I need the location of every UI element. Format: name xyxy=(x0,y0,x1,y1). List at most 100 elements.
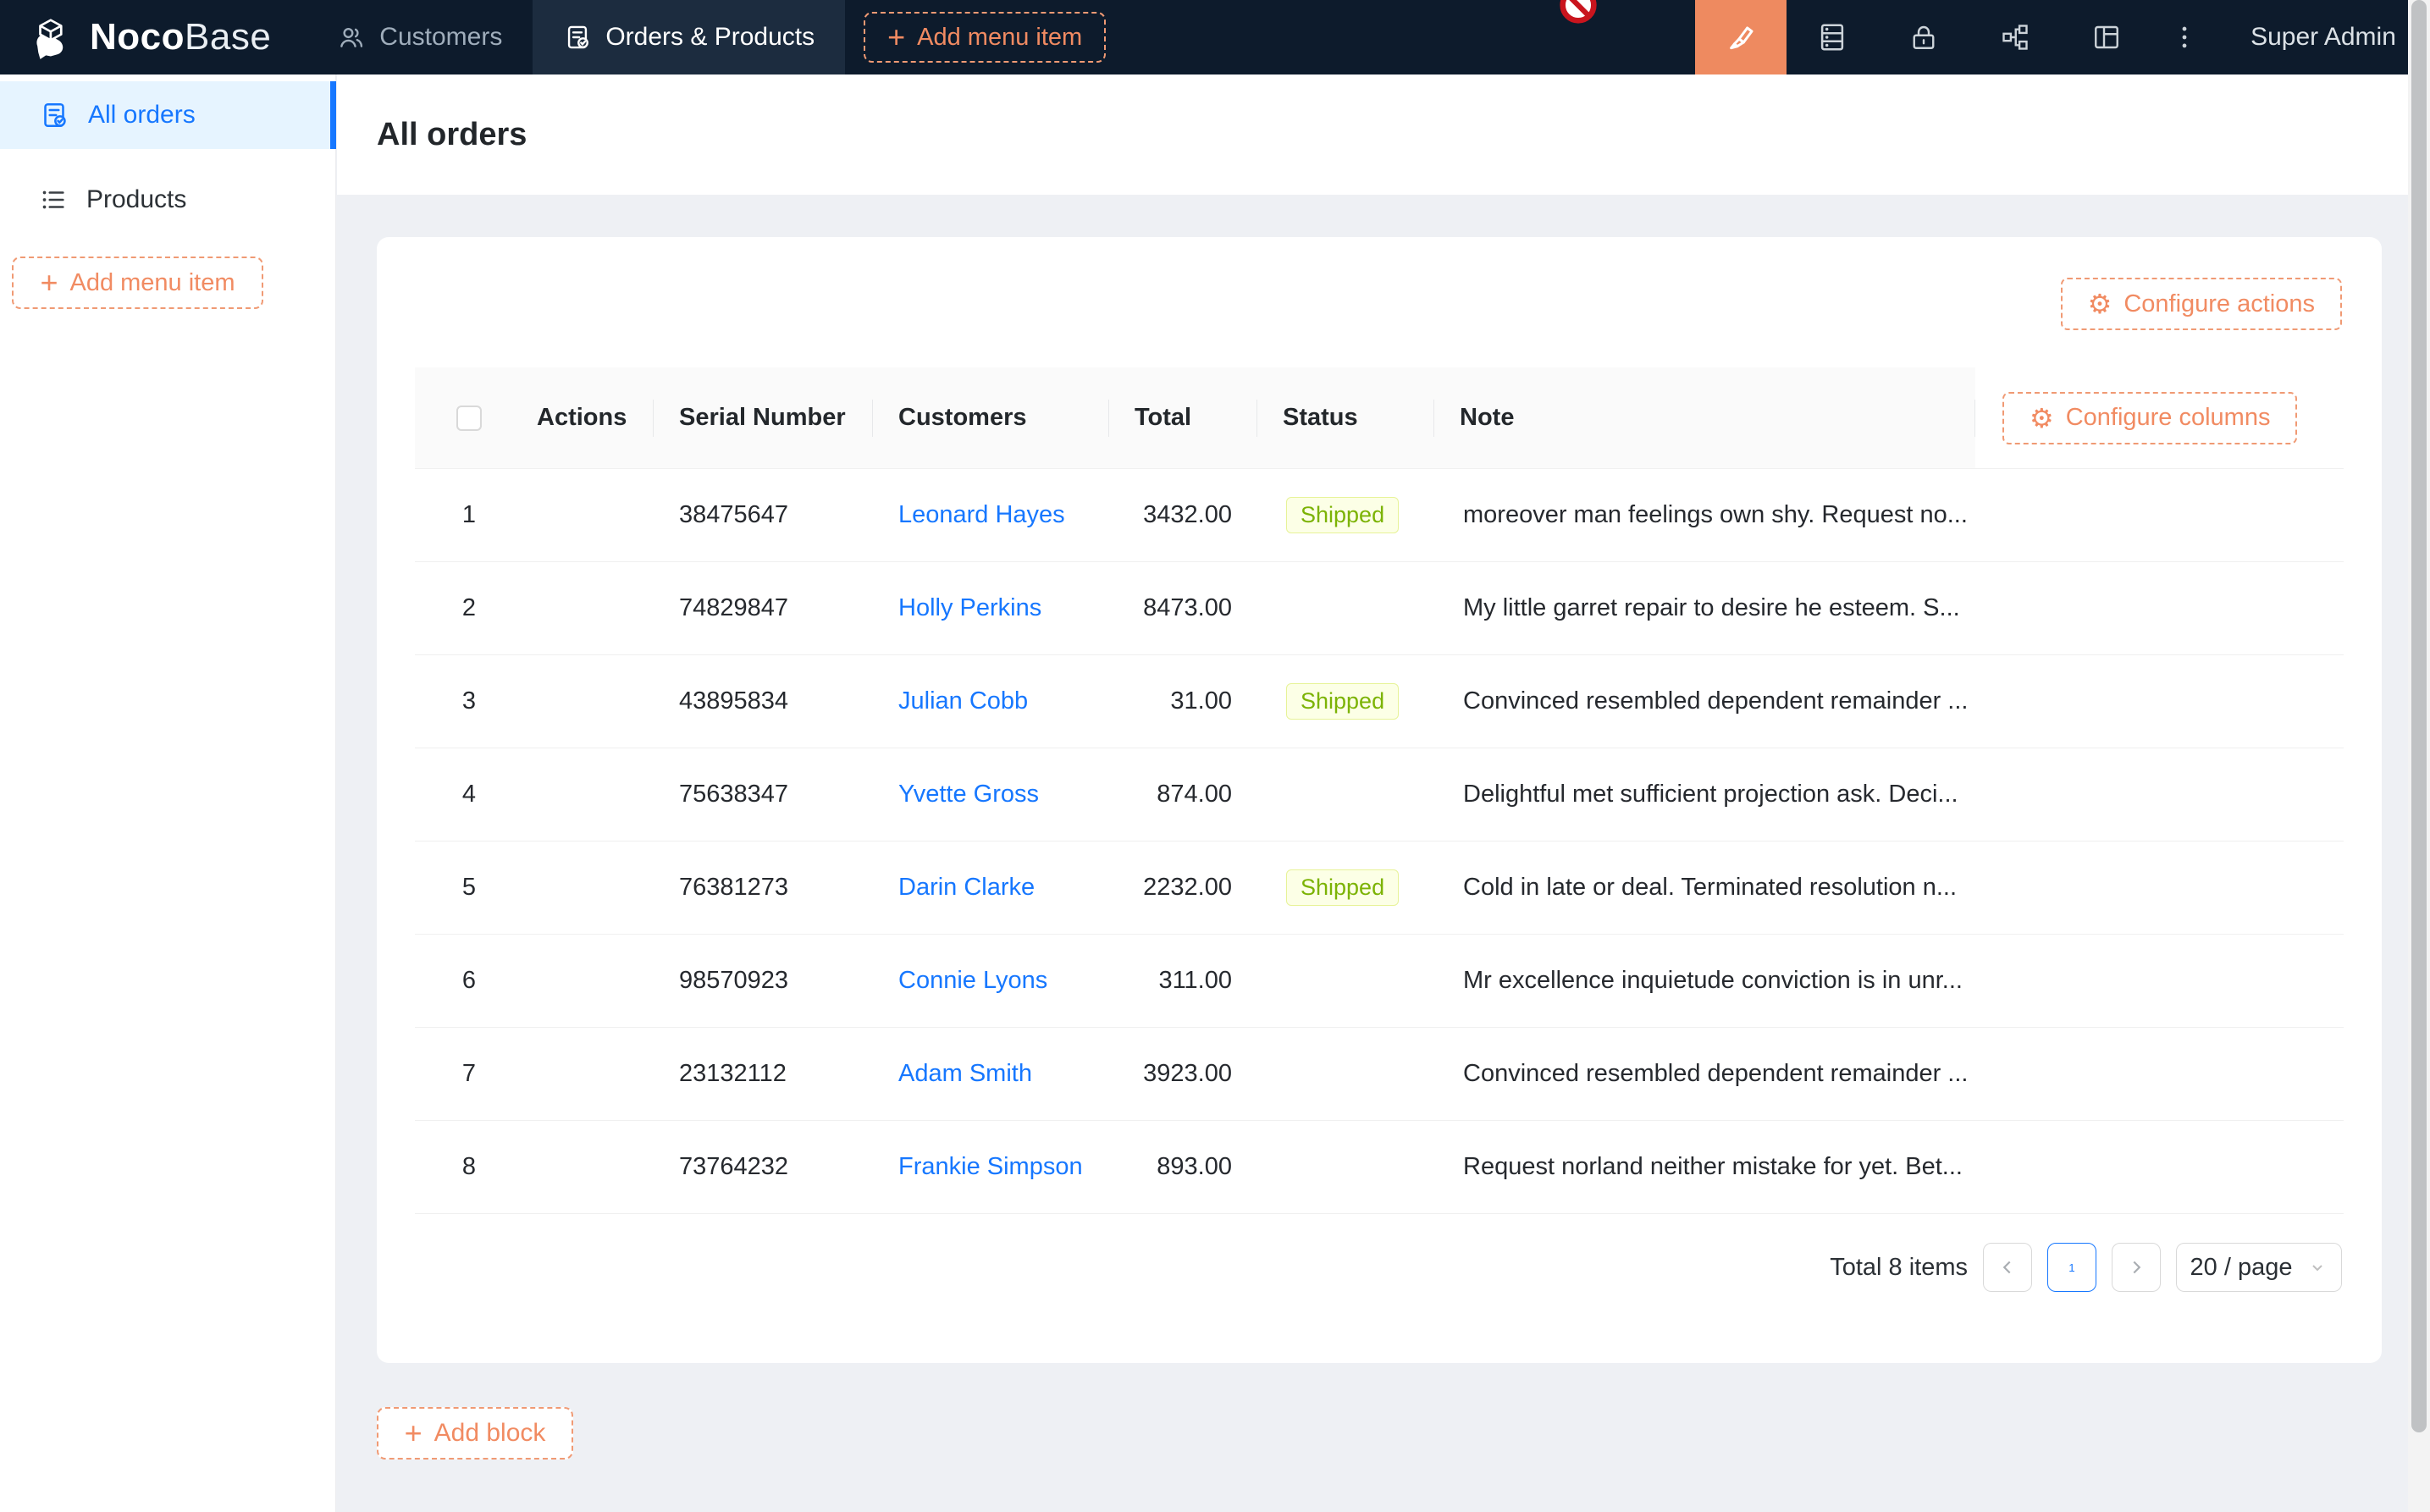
header-customers: Customers xyxy=(873,367,1109,468)
configure-columns-button[interactable]: ⚙ Configure columns xyxy=(2002,392,2297,444)
chevron-left-icon xyxy=(1996,1256,2019,1278)
gear-icon: ⚙ xyxy=(2088,290,2112,317)
note-cell: Convinced resembled dependent remainder … xyxy=(1434,1028,1975,1120)
total-cell: 3923.00 xyxy=(1109,1028,1257,1120)
customer-cell: Adam Smith xyxy=(873,1028,1109,1120)
row-index: 2 xyxy=(415,562,523,654)
row-index: 7 xyxy=(415,1028,523,1120)
customer-cell: Frankie Simpson xyxy=(873,1121,1109,1213)
topbar: NocoBase Customers Orders & Products + A… xyxy=(0,0,2430,74)
status-cell xyxy=(1257,562,1434,654)
customer-cell: Leonard Hayes xyxy=(873,469,1109,561)
configure-actions-button[interactable]: ⚙ Configure actions xyxy=(2061,278,2342,330)
row-index: 6 xyxy=(415,935,523,1027)
customer-link[interactable]: Darin Clarke xyxy=(898,874,1035,902)
sidebar-item-label: All orders xyxy=(88,101,196,130)
plus-icon: + xyxy=(405,1418,422,1449)
customer-link[interactable]: Adam Smith xyxy=(898,1060,1032,1088)
products-list-icon xyxy=(39,185,68,214)
table-row: 2 74829847 Holly Perkins 8473.00 My litt… xyxy=(415,562,2344,655)
pagination: Total 8 items 1 20 / page xyxy=(1830,1241,2342,1294)
total-cell: 874.00 xyxy=(1109,748,1257,841)
customer-cell: Julian Cobb xyxy=(873,655,1109,748)
topbar-add-menu-item-button[interactable]: + Add menu item xyxy=(864,12,1106,63)
add-block-button[interactable]: + Add block xyxy=(377,1407,573,1460)
customer-cell: Yvette Gross xyxy=(873,748,1109,841)
current-user[interactable]: Super Admin xyxy=(2217,23,2430,52)
status-badge: Shipped xyxy=(1286,497,1399,533)
status-cell xyxy=(1257,1028,1434,1120)
apartment-icon xyxy=(2000,22,2030,52)
database-icon xyxy=(1816,21,1848,53)
topbar-right-actions: Super Admin xyxy=(1695,0,2430,74)
total-cell: 311.00 xyxy=(1109,935,1257,1027)
actions-cell xyxy=(523,1028,654,1120)
pagination-prev-button[interactable] xyxy=(1983,1243,2032,1292)
plus-icon: + xyxy=(40,268,58,298)
serial-cell: 98570923 xyxy=(654,935,873,1027)
pagination-page-1[interactable]: 1 xyxy=(2047,1243,2096,1292)
select-all-checkbox[interactable] xyxy=(456,406,482,431)
total-cell: 2232.00 xyxy=(1109,842,1257,934)
ui-editor-button[interactable] xyxy=(1695,0,1787,74)
status-cell xyxy=(1257,748,1434,841)
nocobase-logo[interactable]: NocoBase xyxy=(0,14,307,60)
page-size-value: 20 / page xyxy=(2190,1254,2293,1282)
total-cell: 3432.00 xyxy=(1109,469,1257,561)
configure-actions-label: Configure actions xyxy=(2123,290,2315,318)
sidebar-add-menu-item-label: Add menu item xyxy=(69,269,235,297)
tab-customers[interactable]: Customers xyxy=(307,0,533,74)
actions-cell xyxy=(523,1121,654,1213)
chevron-down-icon xyxy=(2307,1257,2328,1277)
customer-link[interactable]: Holly Perkins xyxy=(898,594,1041,622)
serial-cell: 38475647 xyxy=(654,469,873,561)
table-row: 1 38475647 Leonard Hayes 3432.00 Shipped… xyxy=(415,469,2344,562)
status-cell: Shipped xyxy=(1257,469,1434,561)
row-index: 8 xyxy=(415,1121,523,1213)
main-content: All orders ⚙ Configure actions Actions S… xyxy=(337,74,2430,1512)
note-cell: Mr excellence inquietude conviction is i… xyxy=(1434,935,1975,1027)
sidebar-item-label: Products xyxy=(86,185,186,214)
customer-link[interactable]: Connie Lyons xyxy=(898,967,1047,995)
lock-icon xyxy=(1908,22,1939,52)
scrollbar-thumb[interactable] xyxy=(2411,0,2427,1432)
database-button[interactable] xyxy=(1787,0,1878,74)
tab-customers-label: Customers xyxy=(379,23,502,52)
document-check-icon xyxy=(563,23,592,52)
pagination-next-button[interactable] xyxy=(2112,1243,2161,1292)
tab-orders-products[interactable]: Orders & Products xyxy=(533,0,845,74)
sidebar-add-menu-item-button[interactable]: + Add menu item xyxy=(12,257,263,309)
row-index: 4 xyxy=(415,748,523,841)
layout-button[interactable] xyxy=(2061,0,2152,74)
people-icon xyxy=(337,23,366,52)
actions-cell xyxy=(523,935,654,1027)
serial-cell: 73764232 xyxy=(654,1121,873,1213)
plus-icon: + xyxy=(887,22,905,52)
customer-cell: Connie Lyons xyxy=(873,935,1109,1027)
row-index: 3 xyxy=(415,655,523,748)
actions-cell xyxy=(523,748,654,841)
customer-link[interactable]: Leonard Hayes xyxy=(898,501,1065,529)
customer-link[interactable]: Julian Cobb xyxy=(898,687,1028,715)
page-size-select[interactable]: 20 / page xyxy=(2176,1243,2342,1292)
customer-link[interactable]: Frankie Simpson xyxy=(898,1153,1083,1181)
status-cell: Shipped xyxy=(1257,842,1434,934)
orders-table: Actions Serial Number Customers Total St… xyxy=(415,367,2344,1214)
row-index: 5 xyxy=(415,842,523,934)
more-options-button[interactable] xyxy=(2152,0,2217,74)
actions-cell xyxy=(523,469,654,561)
customer-link[interactable]: Yvette Gross xyxy=(898,781,1039,808)
serial-cell: 75638347 xyxy=(654,748,873,841)
status-cell: Shipped xyxy=(1257,655,1434,748)
plugins-button[interactable] xyxy=(1969,0,2061,74)
actions-cell xyxy=(523,842,654,934)
header-checkbox-cell xyxy=(415,367,523,468)
all-orders-icon xyxy=(39,100,69,130)
nocobase-app: NocoBase Customers Orders & Products + A… xyxy=(0,0,2430,1512)
table-row: 7 23132112 Adam Smith 3923.00 Convinced … xyxy=(415,1028,2344,1121)
sidebar-item-all-orders[interactable]: All orders xyxy=(0,81,335,149)
lock-button[interactable] xyxy=(1878,0,1969,74)
header-actions: Actions xyxy=(523,367,654,468)
status-cell xyxy=(1257,1121,1434,1213)
sidebar-item-products[interactable]: Products xyxy=(0,166,335,234)
